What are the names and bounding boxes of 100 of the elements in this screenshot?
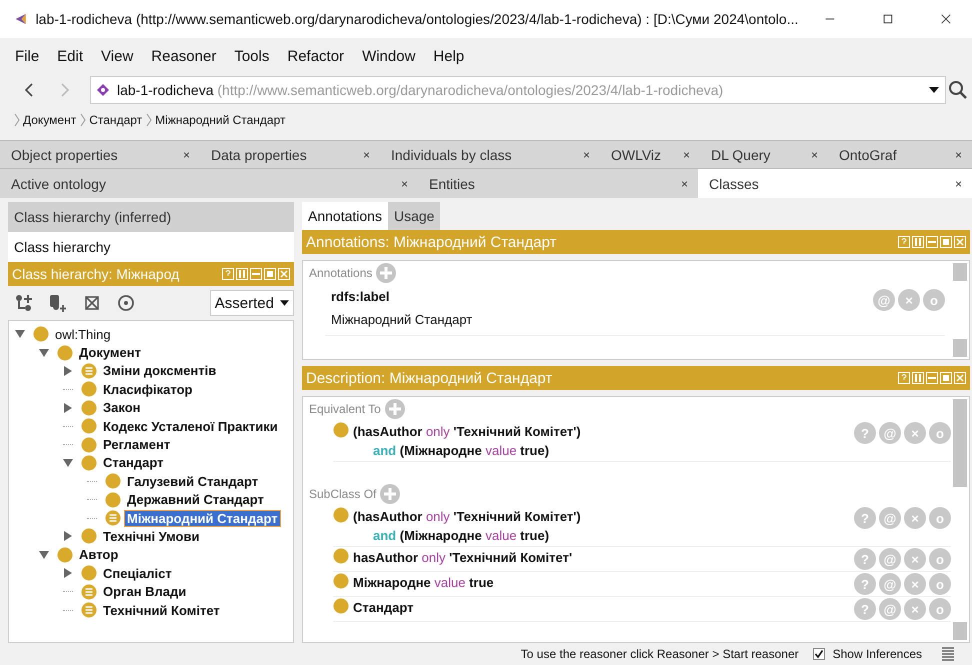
add-sibling-icon[interactable] [48,293,68,313]
tab[interactable]: Data properties × [200,141,380,168]
close-tab-mark[interactable]: × [358,148,374,162]
max-view-icon[interactable] [940,236,952,248]
tab[interactable]: DL Query × [700,141,828,168]
class-tree-item[interactable]: Технічний Комітет [101,602,222,618]
breadcrumb-item[interactable]: Міжнародний Стандарт [146,113,286,127]
min-view-icon[interactable] [926,236,938,248]
help-view-icon[interactable] [898,372,910,384]
close-view-icon[interactable] [278,268,290,280]
collapse-triangle-icon[interactable] [39,550,49,560]
ontology-address-field[interactable]: lab-1-rodicheva (http://www.semanticweb.org/darynarodicheva/ontologies/2023/4/lab-1-rodicheva) [90,76,946,104]
menu-item[interactable]: Refactor [287,48,344,64]
tab[interactable]: Entities × [418,169,698,198]
tab[interactable]: OWLViz × [600,141,700,168]
class-tree-item[interactable]: Зміни доксментів [101,363,218,378]
app-icon [14,11,28,27]
max-view-icon[interactable] [940,372,952,384]
log-icon[interactable] [942,647,954,661]
close-tab-mark[interactable]: × [578,148,594,162]
close-view-icon[interactable] [954,372,966,384]
close-tab-mark[interactable]: × [950,148,966,162]
close-icon[interactable] [940,12,952,26]
class-tree-item[interactable]: Технічні Умови [101,528,202,544]
delete-class-icon[interactable] [82,293,102,313]
view-tab[interactable]: Usage [388,202,440,230]
expand-triangle-icon[interactable] [63,402,73,413]
hierarchy-mode-dropdown[interactable]: Asserted [210,290,294,316]
ontology-icon [97,84,109,96]
collapse-triangle-icon[interactable] [63,458,73,468]
breadcrumb-item[interactable]: Документ [14,113,76,127]
view-tab[interactable]: Annotations [302,202,388,230]
maximize-icon[interactable] [882,12,894,26]
scrollbar-thumb[interactable] [953,399,967,487]
min-view-icon[interactable] [250,268,262,280]
class-tree-item[interactable]: Галузевий Стандарт [125,474,260,489]
add-icon[interactable] [376,263,396,283]
show-inferences-checkbox[interactable] [812,648,825,660]
close-tab-mark[interactable]: × [396,176,412,190]
close-tab-mark[interactable]: × [678,148,694,162]
min-view-icon[interactable] [926,372,938,384]
view-tab[interactable]: Class hierarchy (inferred) [8,202,294,232]
add-icon[interactable] [384,399,405,419]
target-icon[interactable] [116,293,136,313]
class-tree-item[interactable]: Стандарт [101,455,166,470]
class-tree-item[interactable]: Класифікатор [101,382,194,397]
chevron-icon [146,113,152,127]
class-tree-item[interactable]: Документ [77,345,143,360]
scrollbar-thumb[interactable] [953,622,967,640]
tab[interactable]: Object properties × [0,141,200,168]
scrollbar-thumb[interactable] [953,339,967,357]
breadcrumb-item[interactable]: Стандарт [80,113,142,127]
tab[interactable]: Active ontology × [0,169,418,198]
class-icon [333,573,349,589]
menu-item[interactable]: Tools [234,48,270,64]
class-tree-item[interactable]: Орган Влади [101,584,188,600]
menu-item[interactable]: File [15,48,40,64]
menu-item[interactable]: View [101,48,134,64]
close-tab-mark[interactable]: × [950,176,966,190]
class-tree-item[interactable]: Спеціаліст [101,566,174,581]
tab[interactable]: Classes × [698,169,972,198]
expand-triangle-icon[interactable] [63,366,73,376]
class-tree-item[interactable]: Міжнародний Стандарт [125,510,280,526]
add-icon[interactable] [380,484,400,504]
class-icon [105,492,121,508]
split-view-icon[interactable] [912,236,924,248]
expand-triangle-icon[interactable] [63,568,73,578]
close-tab-mark[interactable]: × [676,176,692,190]
menu-item[interactable]: Window [362,48,416,64]
max-view-icon[interactable] [264,268,276,280]
split-view-icon[interactable] [912,372,924,384]
collapse-triangle-icon[interactable] [15,329,25,340]
class-tree-item[interactable]: Регламент [101,437,172,452]
close-tab-mark[interactable]: × [806,148,822,162]
class-tree-item[interactable]: Автор [77,547,120,562]
split-view-icon[interactable] [236,268,248,280]
class-tree-item[interactable]: Закон [101,400,143,416]
collapse-triangle-icon[interactable] [39,348,49,358]
help-view-icon[interactable] [222,268,234,280]
search-icon[interactable] [948,80,968,100]
class-tree-item[interactable]: Кодекс Усталеної Практики [101,418,280,434]
add-subclass-icon[interactable] [14,293,34,313]
class-expression: Стандарт [353,599,414,617]
menu-item[interactable]: Edit [57,48,84,64]
scrollbar-thumb[interactable] [953,263,967,281]
class-tree-item[interactable]: owl:Thing [53,326,113,342]
menu-item[interactable]: Reasoner [151,48,216,64]
annotation-property: rdfs:label [331,289,391,304]
menu-item[interactable]: Help [433,48,464,64]
dropdown-caret-icon[interactable] [929,87,939,93]
tab[interactable]: Individuals by class × [380,141,600,168]
help-view-icon[interactable] [898,236,910,248]
close-tab-mark[interactable]: × [178,148,194,162]
class-tree-item[interactable]: Державний Стандарт [125,492,266,508]
view-tab[interactable]: Class hierarchy [8,232,294,262]
tab[interactable]: OntoGraf × [828,141,972,168]
class-icon [33,326,49,342]
class-expression: Міжнародне value true [353,574,495,592]
close-view-icon[interactable] [954,236,966,248]
expand-triangle-icon[interactable] [63,531,73,542]
